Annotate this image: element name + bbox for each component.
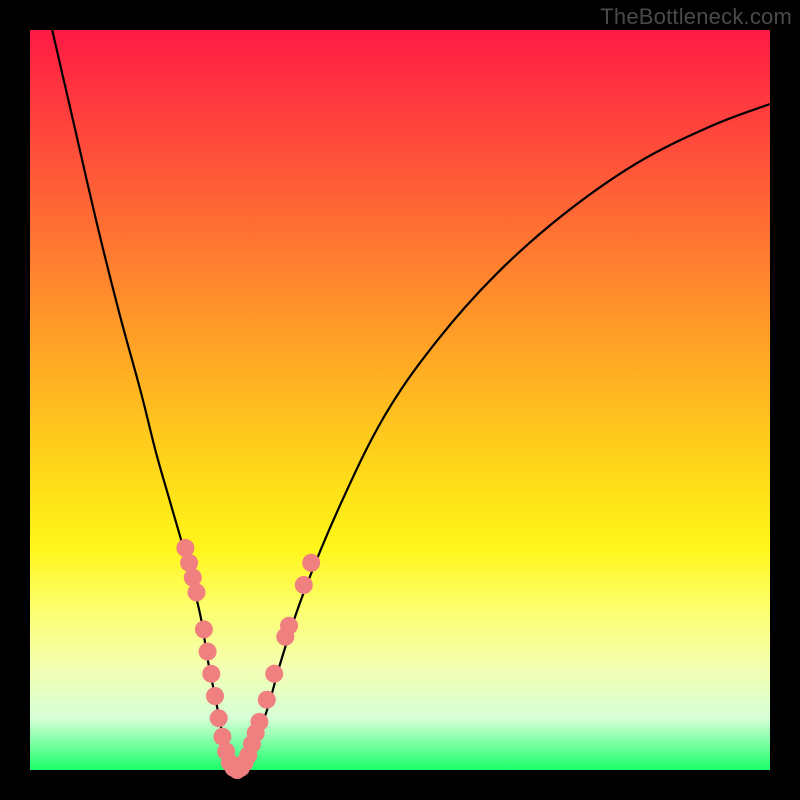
highlight-dot <box>195 620 213 638</box>
highlight-dot <box>250 713 268 731</box>
highlight-dot <box>199 643 217 661</box>
bottleneck-curve <box>52 30 770 770</box>
highlight-dot <box>202 665 220 683</box>
highlight-dot <box>280 617 298 635</box>
highlight-dot <box>265 665 283 683</box>
chart-svg <box>30 30 770 770</box>
highlight-dot <box>302 554 320 572</box>
highlight-dot <box>210 709 228 727</box>
highlight-dot <box>206 687 224 705</box>
plot-area <box>30 30 770 770</box>
watermark-text: TheBottleneck.com <box>600 4 792 30</box>
highlight-dot <box>188 583 206 601</box>
chart-frame: TheBottleneck.com <box>0 0 800 800</box>
highlight-dots-group <box>176 539 320 779</box>
highlight-dot <box>258 691 276 709</box>
highlight-dot <box>295 576 313 594</box>
